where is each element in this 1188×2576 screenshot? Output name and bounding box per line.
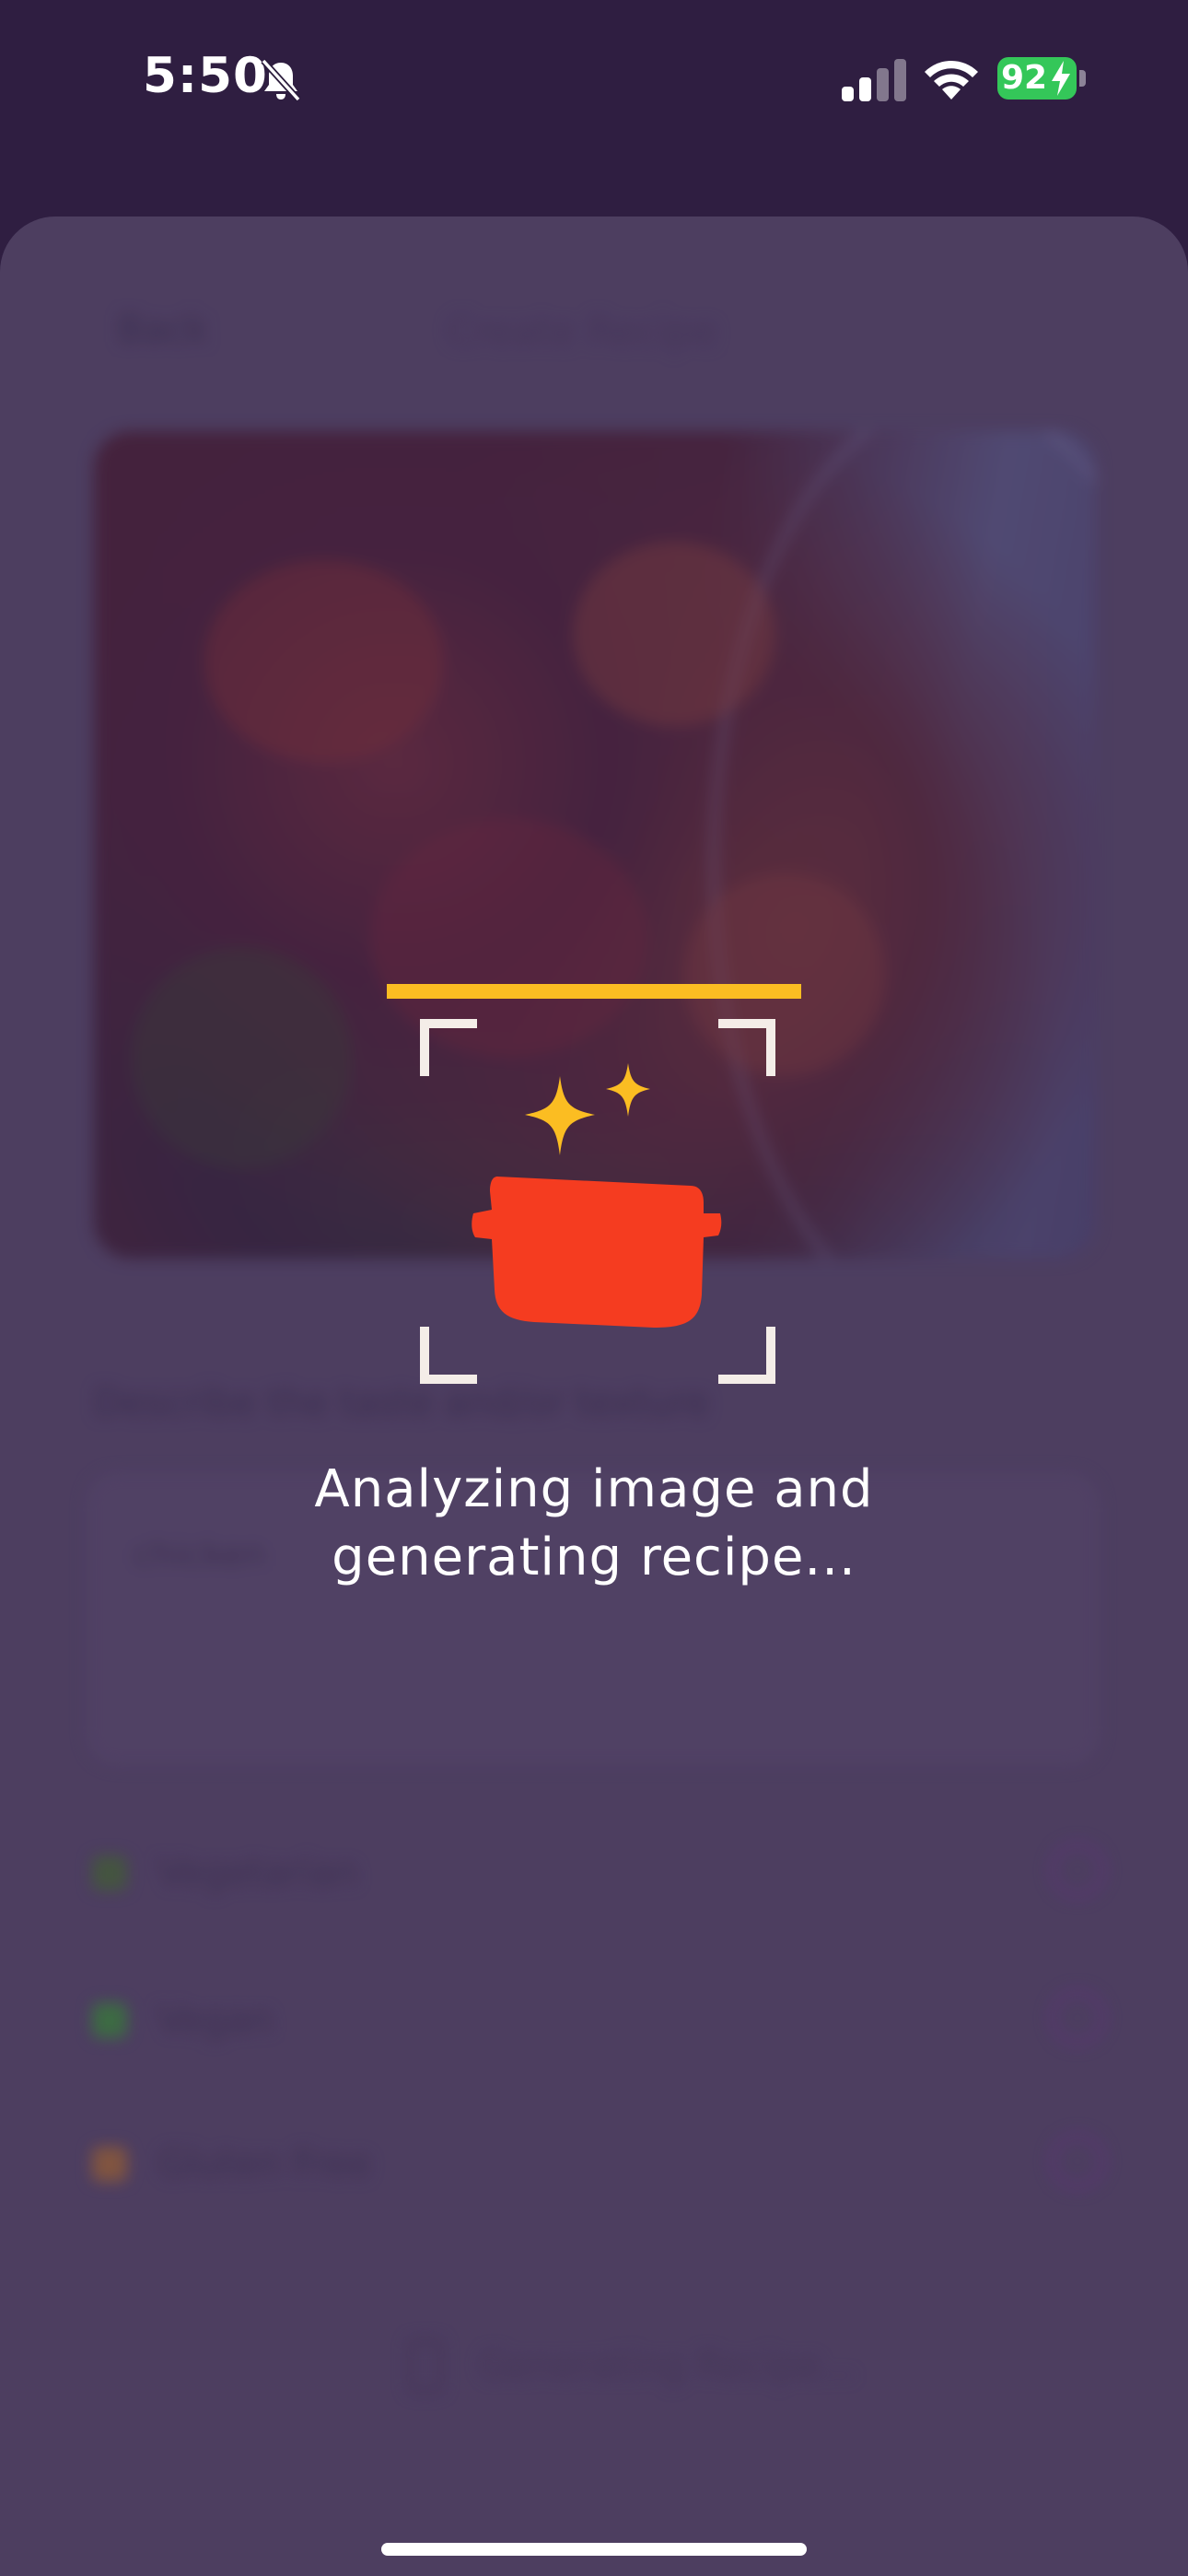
loading-message-line-2: generating recipe...	[332, 1528, 856, 1587]
status-bar: 5:50 92	[0, 0, 1188, 157]
cellular-signal-icon	[840, 59, 906, 101]
scan-line	[387, 984, 801, 999]
home-indicator[interactable]	[381, 2543, 807, 2556]
cooking-pot-icon	[472, 1177, 722, 1328]
sparkles-icon	[525, 1063, 650, 1155]
scan-corner-bottom-right	[718, 1327, 775, 1384]
bell-slash-icon	[261, 58, 301, 102]
battery-charging-icon	[1052, 61, 1070, 96]
scan-corner-top-right	[718, 1019, 775, 1076]
scan-corner-bottom-left	[420, 1327, 477, 1384]
loading-message: Analyzing image and generating recipe...	[0, 1456, 1188, 1592]
status-time: 5:50	[143, 48, 268, 104]
loading-message-line-1: Analyzing image and	[314, 1459, 874, 1519]
scan-corner-top-left	[420, 1019, 477, 1076]
battery-cap	[1079, 70, 1086, 87]
wifi-icon	[925, 61, 978, 100]
